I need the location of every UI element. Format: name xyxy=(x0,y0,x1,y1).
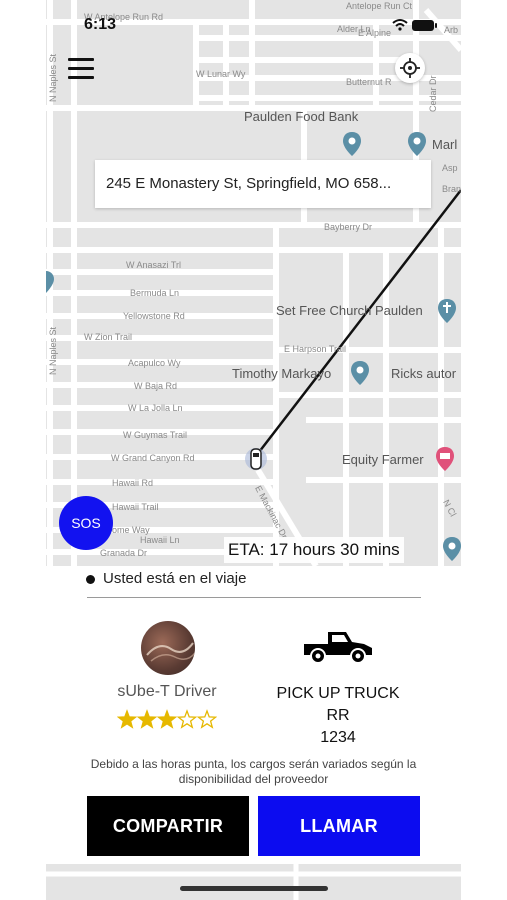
phone-screen: W Antelope Run Rd Antelope Run Ct E Alpi… xyxy=(46,0,461,900)
locate-me-button[interactable] xyxy=(395,53,425,83)
street-label: W La Jolla Ln xyxy=(128,403,183,413)
status-icons xyxy=(392,19,437,31)
driver-name: sUbe-T Driver xyxy=(117,683,217,700)
street-label: Yellowstone Rd xyxy=(123,311,185,321)
street-label: W Baja Rd xyxy=(134,381,178,391)
wifi-icon xyxy=(392,19,408,31)
poi-label[interactable]: Set Free Church Paulden xyxy=(276,303,423,318)
street-label: E Harpson Trail xyxy=(284,344,347,354)
street-label: Bermuda Ln xyxy=(130,288,180,298)
map-pin-icon[interactable] xyxy=(350,360,370,386)
status-bar-time: 6:13 xyxy=(84,16,117,33)
street-label: W Grand Canyon Rd xyxy=(111,453,195,463)
street-label: ome Way xyxy=(112,525,150,535)
street-label: W Guymas Trail xyxy=(123,430,188,440)
map-pin-icon[interactable] xyxy=(342,131,362,157)
divider xyxy=(87,597,421,598)
eta-label: ETA: 17 hours 30 mins xyxy=(224,537,404,563)
street-label: Alder Ln xyxy=(337,24,371,34)
menu-button[interactable] xyxy=(68,58,94,82)
shop-pin-icon[interactable] xyxy=(435,446,455,472)
destination-address[interactable]: 245 E Monastery St, Springfield, MO 658.… xyxy=(95,160,431,208)
status-dot-icon xyxy=(86,574,95,584)
street-label: Bran xyxy=(442,184,461,194)
church-pin-icon[interactable] xyxy=(437,298,457,324)
star-filled-icon xyxy=(117,709,138,729)
star-filled-icon xyxy=(156,709,178,729)
vehicle-type: PICK UP TRUCK xyxy=(276,685,400,702)
driver-rating xyxy=(117,709,217,729)
street-label: N Naples St xyxy=(48,326,58,375)
street-label: Hawaii Trail xyxy=(112,502,159,512)
call-button[interactable]: LLAMAR xyxy=(258,796,420,856)
home-indicator[interactable] xyxy=(180,886,328,891)
poi-label[interactable]: Ricks autor xyxy=(391,366,456,381)
vehicle-plate: 1234 xyxy=(320,729,356,746)
poi-label[interactable]: Paulden Food Bank xyxy=(244,109,358,124)
sos-button[interactable]: SOS xyxy=(59,496,113,550)
street-label: W Anasazi Trl xyxy=(126,260,182,270)
street-label: Hawaii Ln xyxy=(140,535,180,545)
trip-status: Usted está en el viaje xyxy=(86,570,246,587)
street-label: Antelope Run Ct xyxy=(346,1,413,11)
street-label: Granada Dr xyxy=(100,548,148,558)
map-pin-icon[interactable] xyxy=(46,270,54,294)
star-empty-icon xyxy=(176,709,198,729)
car-marker-icon xyxy=(245,448,267,470)
crosshair-icon xyxy=(400,58,420,78)
coffee-photo-icon xyxy=(146,642,195,662)
street-label: Acapulco Wy xyxy=(128,358,181,368)
map-roads xyxy=(46,0,461,566)
surge-notice: Debido a las horas punta, los cargos ser… xyxy=(90,757,417,786)
street-label: N Naples St xyxy=(48,53,58,102)
star-filled-icon xyxy=(136,709,158,729)
map-strip xyxy=(46,864,461,900)
vehicle-model: RR xyxy=(326,707,350,724)
share-button[interactable]: COMPARTIR xyxy=(87,796,249,856)
battery-icon xyxy=(412,20,437,31)
street-label: Arb xyxy=(444,25,459,35)
star-empty-icon xyxy=(196,709,217,729)
street-label: W Zion Trail xyxy=(84,332,133,342)
street-label: Cedar Dr xyxy=(428,75,438,112)
trip-status-text: Usted está en el viaje xyxy=(103,570,247,587)
street-label: Asp xyxy=(442,163,458,173)
map-pin-icon[interactable] xyxy=(407,131,427,157)
pickup-truck-icon xyxy=(304,632,372,664)
poi-label[interactable]: Marl xyxy=(432,137,457,152)
poi-label[interactable]: Timothy Markayo xyxy=(232,366,331,381)
street-label: Bayberry Dr xyxy=(324,222,373,232)
hamburger-icon xyxy=(68,58,94,61)
map-pin-icon[interactable] xyxy=(442,536,461,562)
street-label: W Lunar Wy xyxy=(196,69,246,79)
street-label: Hawaii Rd xyxy=(112,478,154,488)
poi-label[interactable]: Equity Farmer xyxy=(342,452,424,467)
street-label: Butternut R xyxy=(346,77,392,87)
map-view[interactable]: W Antelope Run Rd Antelope Run Ct E Alpi… xyxy=(46,0,461,566)
driver-avatar xyxy=(141,621,195,675)
